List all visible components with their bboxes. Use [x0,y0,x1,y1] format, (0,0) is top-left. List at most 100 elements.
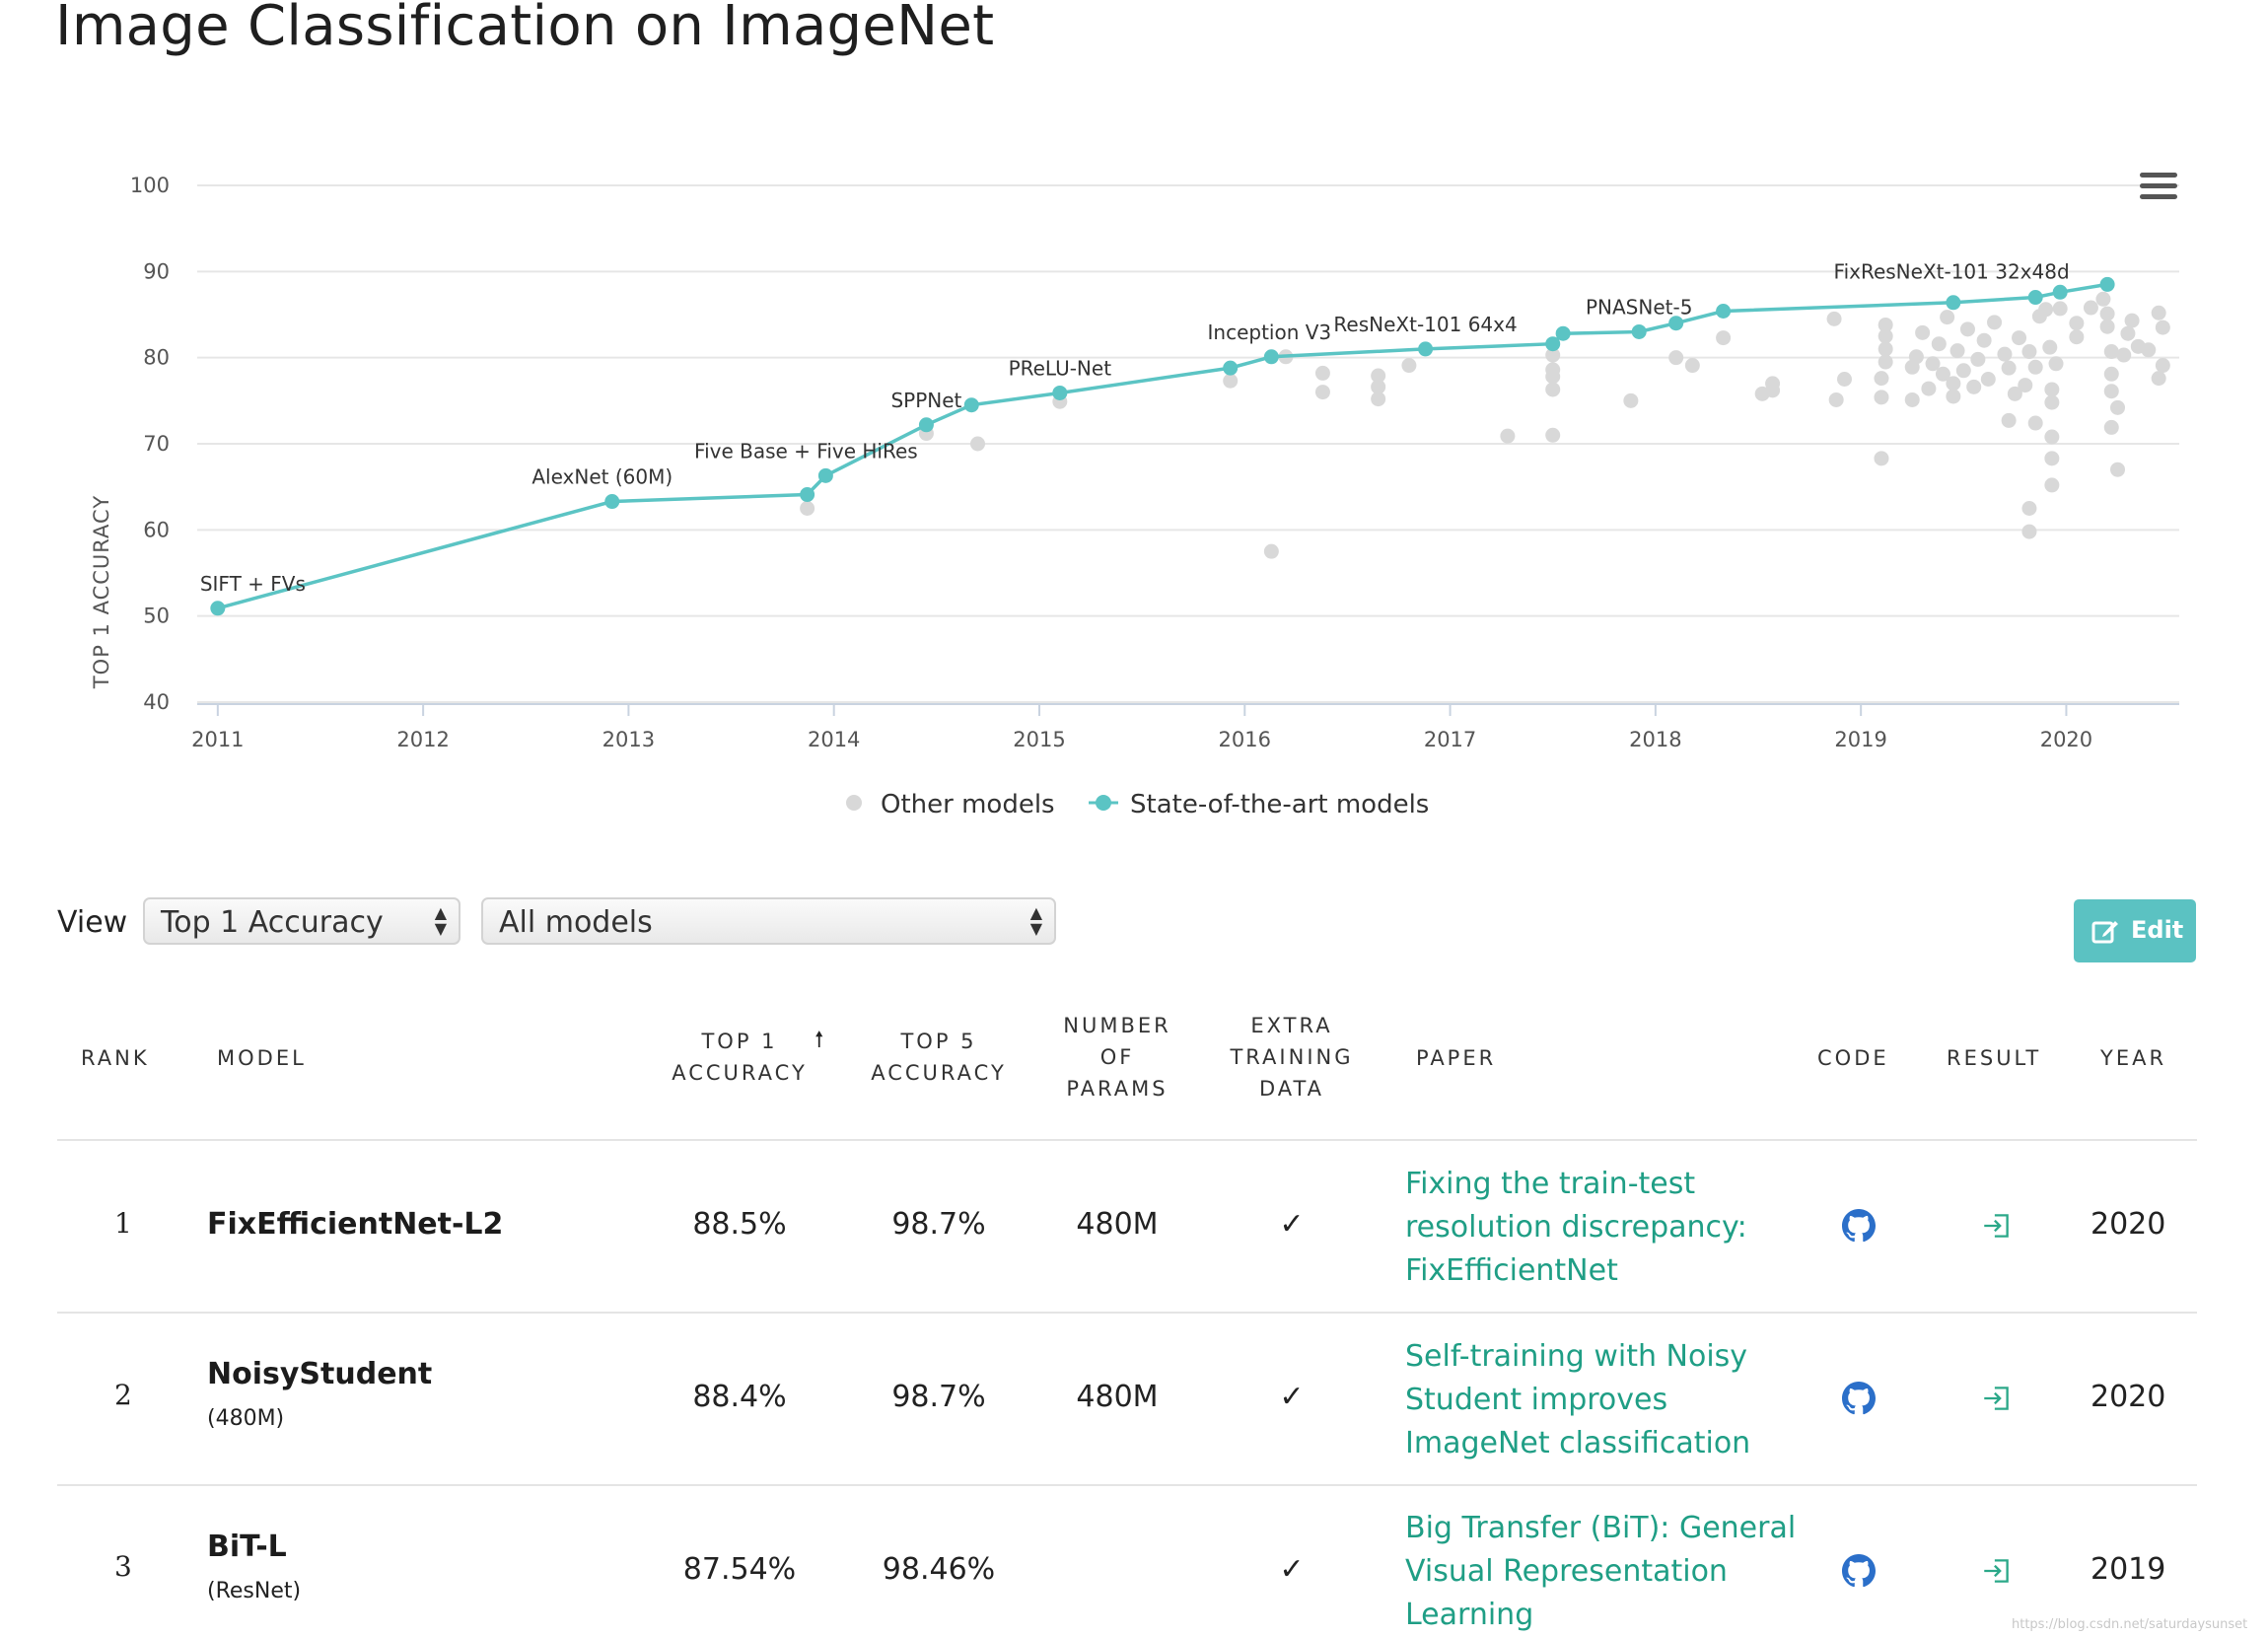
other-model-point [2027,415,2043,431]
paper-line: resolution discrepancy: [1405,1210,1747,1245]
page-title: Image Classification on ImageNet [55,0,995,58]
edit-button[interactable]: Edit [2074,899,2196,962]
sota-point [918,417,934,433]
rank-cell: 1 [114,1207,132,1240]
header-top5-line1: TOP 5 [900,1030,977,1053]
other-model-point [1223,373,1239,389]
y-tick-label: 70 [143,432,170,456]
sota-point [2052,284,2068,300]
point-annotation: FixResNeXt-101 32x48d [1834,259,2070,283]
sota-point [1418,341,1434,357]
legend-sota-label: State-of-the-art models [1130,790,1429,819]
metric-select-value: Top 1 Accuracy [161,905,384,940]
github-icon[interactable] [1842,1209,1876,1243]
point-annotation: SPPNet [890,389,961,412]
result-link-icon[interactable] [1980,1382,2014,1415]
other-model-point [1955,363,1971,379]
other-model-point [2116,347,2132,363]
extra-data-check-icon: ✓ [1279,1207,1305,1242]
other-model-point [2110,399,2126,415]
sota-line [217,282,2108,610]
other-model-point [1966,379,1982,394]
paper-link[interactable]: Fixing the train-test resolution discrep… [1405,1163,1800,1293]
result-link-icon[interactable] [1980,1554,2014,1588]
header-top1[interactable]: TOP 1 ACCURACY [661,1026,818,1089]
sort-ascending-icon[interactable]: 🠕 [815,1023,823,1060]
other-model-point [1946,376,1961,391]
other-model-point [2044,429,2060,445]
table-divider [57,1312,2197,1314]
other-model-point [1874,371,1889,387]
other-model-point [2151,371,2166,387]
paper-line: Fixing the train-test [1405,1167,1696,1201]
other-model-point [1828,391,1844,407]
other-model-point [1314,385,1330,400]
header-extra-line2: TRAINING [1230,1045,1354,1069]
paper-line: Learning [1405,1598,1534,1632]
other-model-point [2120,325,2136,341]
top5-accuracy-cell: 98.7% [891,1207,986,1242]
other-model-point [1878,354,1893,370]
extra-data-check-icon: ✓ [1279,1380,1305,1414]
metric-select[interactable]: Top 1 Accuracy ▲ ▼ [143,897,461,945]
other-model-point [970,436,986,452]
sota-point [1263,349,1279,365]
paper-line: Visual Representation [1405,1554,1728,1589]
top1-accuracy-cell: 88.5% [692,1207,787,1242]
table-divider [57,1139,2197,1141]
header-paper: PAPER [1416,1046,1497,1070]
other-model-point [2021,501,2037,516]
other-model-point [2042,339,2058,355]
legend-other-models[interactable]: Other models [846,790,1055,819]
y-tick-label: 80 [143,346,170,370]
sota-point [963,397,979,413]
other-model-point [2103,366,2119,382]
model-filter-select[interactable]: All models ▲ ▼ [481,897,1056,945]
header-params-line1: NUMBER [1063,1014,1171,1037]
other-model-point [2027,359,2043,375]
other-model-point [2021,524,2037,539]
model-name[interactable]: FixEfficientNet-L2 [207,1207,503,1242]
point-annotation: SIFT + FVs [200,572,306,596]
other-model-point [2103,384,2119,399]
paper-link[interactable]: Big Transfer (BiT): General Visual Repre… [1405,1507,1800,1637]
point-annotation: AlexNet (60M) [532,465,673,489]
model-name[interactable]: BiT-L [207,1530,287,1564]
other-model-point [2048,356,2064,372]
x-tick-label: 2011 [191,728,244,751]
github-icon[interactable] [1842,1554,1876,1588]
github-icon[interactable] [1842,1382,1876,1415]
params-cell: 480M [1076,1207,1159,1242]
header-model: MODEL [217,1046,307,1070]
other-model-point [1874,451,1889,466]
x-tick-label: 2013 [602,728,655,751]
point-annotation: PReLU-Net [1009,356,1112,380]
chart-menu-icon[interactable] [2140,173,2177,202]
select-arrows-icon: ▲ ▼ [1029,903,1042,938]
sota-point [2099,276,2115,292]
other-model-point [1765,376,1781,391]
header-params-line3: PARAMS [1066,1077,1169,1101]
other-model-point [1371,391,1386,407]
other-model-point [1931,336,1947,352]
paper-link[interactable]: Self-training with Noisy Student improve… [1405,1335,1800,1465]
paper-line: Self-training with Noisy [1405,1339,1748,1374]
model-subtitle: (ResNet) [207,1579,302,1603]
other-model-point [2095,291,2111,307]
rank-cell: 3 [114,1550,132,1583]
model-name[interactable]: NoisyStudent [207,1357,432,1391]
legend-other-label: Other models [881,790,1055,819]
other-model-point [2099,319,2115,334]
other-model-point [2069,329,2085,345]
legend-other-marker [846,795,862,811]
x-tick-label: 2019 [1834,728,1886,751]
result-link-icon[interactable] [1980,1209,2014,1243]
other-model-point [1908,349,1924,365]
header-top1-line1: TOP 1 [701,1030,778,1053]
other-model-point [1684,358,1700,374]
paper-line: Student improves [1405,1383,1668,1417]
chart-legend[interactable]: Other models State-of-the-art models [846,790,1429,819]
legend-sota-models[interactable]: State-of-the-art models [1089,790,1429,819]
sota-point [604,494,620,510]
other-model-point [1545,382,1561,397]
